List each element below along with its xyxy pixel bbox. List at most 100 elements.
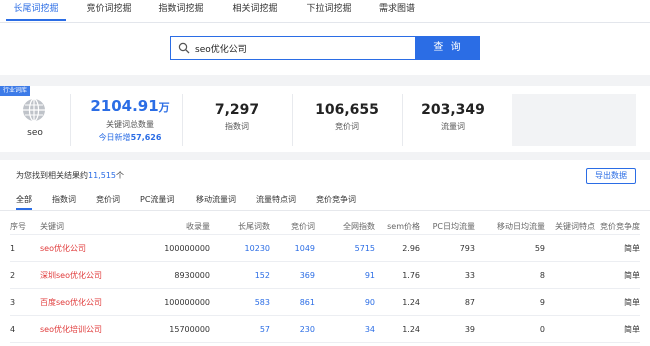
cell-indexed: 100000000 [148,288,210,316]
stat-value: 203,349 [421,102,485,118]
cell-longtail[interactable]: 583 [210,288,270,316]
row-index: 2 [10,261,40,289]
col-net-index[interactable]: 全网指数 [315,218,375,235]
search-button[interactable]: 查 询 [416,36,480,60]
cell-net-index[interactable]: 91 [315,261,375,289]
divider [70,94,71,146]
col-keyword: 关键词 [40,218,148,235]
stat-label: 流量词 [441,122,465,131]
keyword-link[interactable]: 深圳seo优化公司 [40,261,148,289]
total-unit: 万 [158,101,170,114]
subtab-active-underline [16,208,32,210]
cell-indexed: 15700000 [148,315,210,343]
row-index: 1 [10,234,40,262]
total-value: 2104.91 [90,97,159,115]
cell-mobile: 8 [475,261,545,289]
search-input[interactable] [195,39,395,57]
total-keywords-label: 关键词总数量 [106,120,154,129]
tab-bid-words[interactable]: 竞价词挖掘 [80,0,138,21]
subtab-bid[interactable]: 竞价词 [96,194,120,205]
cell-net-index[interactable]: 90 [315,288,375,316]
cell-sem: 2.96 [375,234,420,262]
divider [182,94,183,146]
subtab-mobile-traffic[interactable]: 移动流量词 [196,194,236,205]
subtab-all[interactable]: 全部 [16,194,32,205]
export-button[interactable]: 导出数据 [586,168,636,184]
cell-pc: 793 [420,234,475,262]
total-keywords-value: 2104.91万 [90,97,170,115]
cell-longtail[interactable]: 152 [210,261,270,289]
cell-competition: 简单 [595,261,640,289]
tab-longtail[interactable]: 长尾词挖掘 [6,0,66,21]
cell-bid[interactable]: 369 [270,261,315,289]
top-nav: 长尾词挖掘 竞价词挖掘 指数词挖掘 相关词挖掘 下拉词挖掘 需求图谱 [0,0,650,23]
cell-indexed: 8930000 [148,261,210,289]
stat-label: 指数词 [225,122,249,131]
stats-panel: 行业词库 seo 2104.91万 关键词总数量 今日新增57,626 7,29… [0,86,650,152]
subtab-bid-competition[interactable]: 竞价竞争词 [316,194,356,205]
cell-competition: 简单 [595,234,640,262]
cell-mobile: 0 [475,315,545,343]
search-box[interactable] [170,36,416,60]
tab-related-words[interactable]: 相关词挖掘 [226,0,284,21]
col-feature: 关键词特点 [545,218,595,235]
table-header: 序号 关键词 收录量 长尾词数 竞价词 全网指数 sem价格 PC日均流量 移动… [10,218,640,235]
cell-sem: 1.24 [375,315,420,343]
keyword-name: seo [27,128,43,138]
globe-icon [23,98,45,122]
cell-feature [545,315,595,343]
cell-sem: 1.24 [375,288,420,316]
cell-competition: 简单 [595,315,640,343]
table-row: 3 百度seo优化公司 100000000 583 861 90 1.24 87… [10,288,640,316]
cell-bid[interactable]: 1049 [270,234,315,262]
tab-index-words[interactable]: 指数词挖掘 [152,0,210,21]
cell-bid[interactable]: 861 [270,288,315,316]
cell-net-index[interactable]: 34 [315,315,375,343]
keyword-table: 序号 关键词 收录量 长尾词数 竞价词 全网指数 sem价格 PC日均流量 移动… [10,218,640,343]
stat-index-words: 7,297 指数词 [192,102,282,132]
col-index: 序号 [10,218,40,235]
col-mobile[interactable]: 移动日均流量 [475,218,545,235]
cell-feature [545,288,595,316]
cell-feature [545,234,595,262]
col-longtail[interactable]: 长尾词数 [210,218,270,235]
subtab-traffic-feature[interactable]: 流量特点词 [256,194,296,205]
results-prefix: 为您找到相关结果约 [16,171,88,180]
cell-mobile: 59 [475,234,545,262]
stat-label: 竞价词 [335,122,359,131]
cell-competition: 简单 [595,288,640,316]
cell-net-index[interactable]: 5715 [315,234,375,262]
tab-dropdown-words[interactable]: 下拉词挖掘 [300,0,358,21]
divider [402,94,403,146]
tab-demand-graph[interactable]: 需求图谱 [372,0,422,21]
cell-indexed: 100000000 [148,234,210,262]
keyword-link[interactable]: seo优化培训公司 [40,315,148,343]
industry-badge: 行业词库 [0,86,31,96]
results-panel: 为您找到相关结果约11,515个 导出数据 全部 指数词 竞价词 PC流量词 移… [0,160,650,346]
col-sem[interactable]: sem价格 [375,218,420,235]
today-new: 今日新增57,626 [90,132,170,143]
col-indexed[interactable]: 收录量 [148,218,210,235]
col-bid[interactable]: 竞价词 [270,218,315,235]
cell-feature [545,261,595,289]
keyword-link[interactable]: 百度seo优化公司 [40,288,148,316]
subtab-index[interactable]: 指数词 [52,194,76,205]
cell-longtail[interactable]: 57 [210,315,270,343]
row-index: 4 [10,315,40,343]
stat-value: 106,655 [315,102,379,118]
col-pc[interactable]: PC日均流量 [420,218,475,235]
cell-sem: 1.76 [375,261,420,289]
cell-longtail[interactable]: 10230 [210,234,270,262]
filter-tabs: 全部 指数词 竞价词 PC流量词 移动流量词 流量特点词 竞价竞争词 [0,188,650,211]
results-summary: 为您找到相关结果约11,515个 [16,170,124,181]
today-value: 57,626 [130,133,162,142]
keyword-link[interactable]: seo优化公司 [40,234,148,262]
results-count: 11,515 [88,171,116,180]
cell-pc: 39 [420,315,475,343]
results-suffix: 个 [116,171,124,180]
cell-bid[interactable]: 230 [270,315,315,343]
stat-value: 7,297 [214,102,260,118]
col-competition: 竞价竞争度 [595,218,640,235]
search-icon [178,42,190,54]
subtab-pc-traffic[interactable]: PC流量词 [140,194,174,205]
